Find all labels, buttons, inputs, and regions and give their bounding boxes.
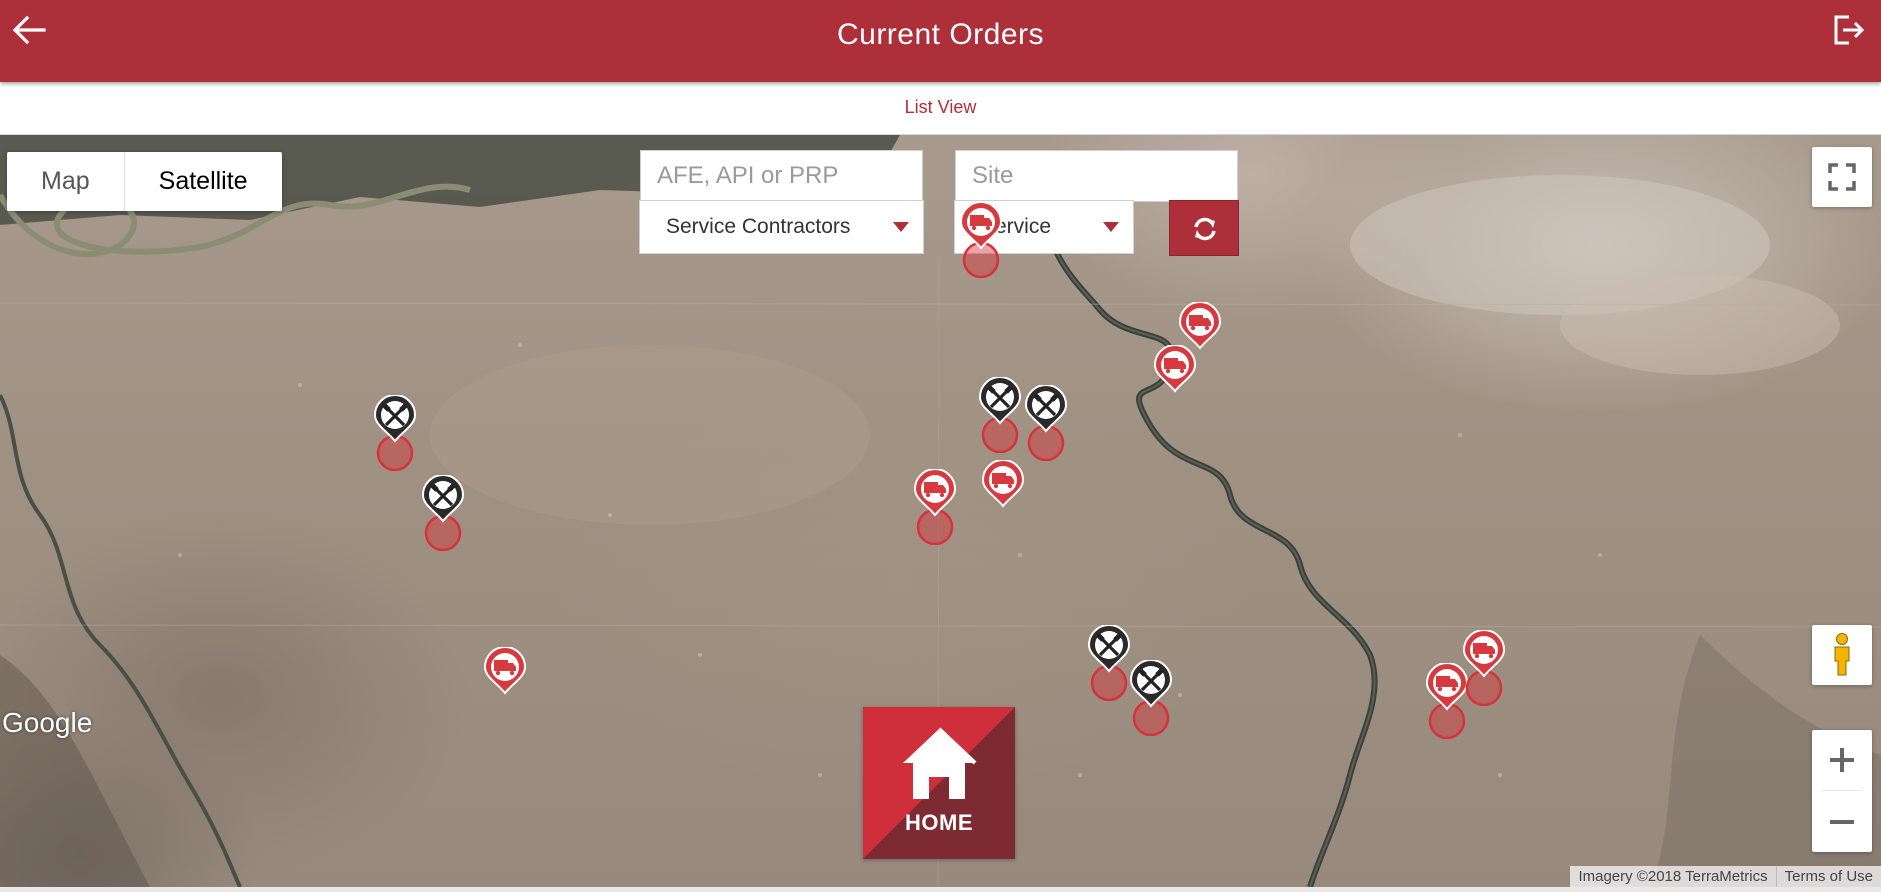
contractor-tools-marker[interactable]: [1022, 385, 1070, 461]
list-view-link[interactable]: List View: [0, 97, 1881, 118]
service-truck-marker[interactable]: [481, 647, 529, 723]
fullscreen-icon: [1828, 163, 1856, 191]
service-truck-marker[interactable]: [1151, 345, 1199, 421]
contractor-tools-marker[interactable]: [1085, 625, 1133, 701]
page-title: Current Orders: [836, 18, 1045, 51]
chevron-down-icon: [893, 222, 909, 232]
refresh-icon: [1194, 217, 1216, 241]
fullscreen-button[interactable]: [1812, 147, 1872, 207]
map-attribution: Imagery ©2018 TerraMetrics Terms of Use: [1570, 866, 1881, 887]
map-type-map[interactable]: Map: [7, 152, 125, 211]
zoom-out-button[interactable]: [1812, 792, 1872, 852]
afe-search-input[interactable]: [640, 150, 923, 202]
service-truck-marker[interactable]: [957, 202, 1005, 278]
contractor-tools-marker[interactable]: [1127, 660, 1175, 736]
zoom-in-button[interactable]: [1812, 730, 1872, 790]
contractor-select[interactable]: Service Contractors: [639, 200, 924, 254]
map-type-control: Map Satellite: [7, 152, 282, 211]
zoom-control: [1812, 730, 1872, 852]
zoom-divider: [1822, 790, 1862, 791]
service-truck-marker[interactable]: [979, 460, 1027, 536]
site-search-input[interactable]: [955, 150, 1238, 202]
home-label: HOME: [905, 810, 973, 835]
street-view-pegman[interactable]: [1812, 625, 1872, 685]
top-app-bar: Current Orders: [0, 0, 1881, 82]
terms-of-use-link[interactable]: Terms of Use: [1775, 866, 1881, 887]
contractor-select-value: Service Contractors: [666, 215, 851, 238]
service-truck-marker[interactable]: [1460, 630, 1508, 706]
home-button[interactable]: HOME: [863, 707, 1015, 859]
satellite-map[interactable]: Map Satellite Service Contractors Servic…: [0, 135, 1881, 887]
home-icon: [863, 707, 1015, 859]
google-logo: Google: [2, 707, 93, 738]
contractor-tools-marker[interactable]: [419, 475, 467, 551]
refresh-button[interactable]: [1169, 200, 1239, 256]
contractor-tools-marker[interactable]: [976, 377, 1024, 453]
view-toggle-bar: List View: [0, 82, 1881, 135]
contractor-tools-marker[interactable]: [371, 395, 419, 471]
imagery-credit: Imagery ©2018 TerraMetrics: [1578, 868, 1768, 885]
service-truck-marker[interactable]: [911, 469, 959, 545]
map-type-satellite[interactable]: Satellite: [125, 152, 282, 211]
chevron-down-icon: [1103, 222, 1119, 232]
logout-icon: [1834, 15, 1865, 45]
plus-icon: [1830, 748, 1854, 772]
pegman-icon: [1834, 633, 1850, 676]
logout-button[interactable]: [1831, 12, 1867, 48]
minus-icon: [1830, 820, 1854, 824]
